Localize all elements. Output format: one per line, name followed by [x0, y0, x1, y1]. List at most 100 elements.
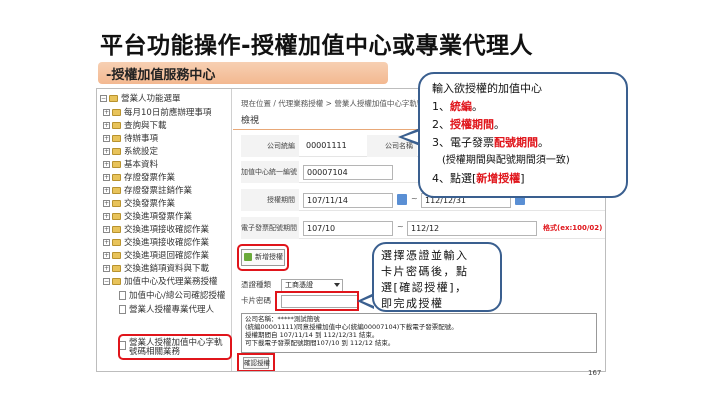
- document-icon: [119, 290, 126, 300]
- cert-row: 憑證種類 工商憑證: [241, 279, 343, 293]
- tree-item-label: 待辦事項: [124, 134, 159, 144]
- folder-icon: [112, 186, 121, 194]
- tab-view[interactable]: 檢視: [241, 113, 259, 126]
- format-hint: 格式(ex:100/02): [543, 224, 603, 232]
- folder-icon: [112, 225, 121, 233]
- chevron-down-icon: [334, 283, 340, 287]
- tree-root[interactable]: − 營業人功能選單: [100, 92, 181, 104]
- card-password-label: 卡片密碼: [241, 296, 271, 305]
- invoice-from-input[interactable]: 107/10: [303, 221, 393, 236]
- highlight-box: [237, 353, 275, 371]
- invoice-to-input[interactable]: 112/12: [407, 221, 537, 236]
- summary-line: 授權期間自 107/11/14 到 112/12/31 結束。: [245, 331, 379, 339]
- tree-item-monthly[interactable]: + 每月10日前應辦理事項: [103, 106, 211, 118]
- expand-icon[interactable]: +: [103, 173, 110, 181]
- summary-line: 可下載電子發票配號期間107/10 到 112/12 結束。: [245, 339, 395, 347]
- expand-icon[interactable]: +: [103, 199, 110, 207]
- tree-item-label: 交換進銷項資料與下載: [124, 264, 210, 274]
- collapse-icon[interactable]: −: [103, 277, 110, 285]
- folder-icon: [112, 121, 121, 129]
- invoice-period-label: 電子發票配號期間: [241, 217, 299, 239]
- tree-item-label: 交換進項發票作業: [124, 212, 193, 222]
- tree-child-label: 加值中心/總公司確認授權: [129, 291, 226, 301]
- tree-item-todo[interactable]: + 待辦事項: [103, 132, 158, 144]
- tree-item-basic[interactable]: + 基本資料: [103, 158, 158, 170]
- tree-item-label: 基本資料: [124, 160, 159, 170]
- expand-icon[interactable]: +: [103, 212, 110, 220]
- tree-item-label: 每月10日前應辦理事項: [124, 108, 212, 118]
- callout-step-1: 1、統編。: [432, 100, 483, 113]
- calendar-icon[interactable]: [397, 194, 407, 205]
- slide-title: 平台功能操作-授權加值中心或專業代理人: [100, 33, 534, 59]
- folder-icon: [112, 251, 121, 259]
- highlight-box: [237, 244, 289, 271]
- tree-item-label: 存證發票註銷作業: [124, 186, 193, 196]
- tree-item-label: 交換發票作業: [124, 199, 176, 209]
- cert-selected-value: 工商憑證: [285, 281, 313, 289]
- invoice-period-row: 電子發票配號期間 107/10 ~ 112/12 格式(ex:100/02): [241, 217, 605, 239]
- callout-step-3: 3、電子發票配號期間。: [432, 136, 549, 149]
- tree-item-label: 交換進項退回確認作業: [124, 251, 210, 261]
- expand-icon[interactable]: +: [103, 225, 110, 233]
- callout-title: 輸入欲授權的加值中心: [432, 82, 542, 95]
- instruction-callout: 輸入欲授權的加值中心 1、統編。 2、授權期間。 3、電子發票配號期間。 (授權…: [418, 72, 628, 198]
- tree-item-deposit[interactable]: + 存證發票作業: [103, 171, 175, 183]
- callout-step-2: 2、授權期間。: [432, 118, 505, 131]
- callout-step-4: 4、點選[新增授權]: [432, 172, 525, 185]
- expand-icon[interactable]: +: [103, 238, 110, 246]
- vac-id-label: 加值中心統一編號: [241, 161, 299, 183]
- tree-child-vac-confirm[interactable]: 加值中心/總公司確認授權: [119, 289, 225, 301]
- collapse-icon[interactable]: −: [100, 94, 107, 102]
- expand-icon[interactable]: +: [103, 121, 110, 129]
- document-icon: [119, 304, 126, 314]
- summary-line: (統編00001111)同意授權加值中心(統編00007104)下載電子發票配號…: [245, 323, 458, 331]
- highlight-box: [118, 334, 232, 360]
- callout-note: (授權期間與配號期間須一致): [442, 155, 570, 166]
- folder-icon: [112, 238, 121, 246]
- tree-item-label: 存證發票作業: [124, 173, 176, 183]
- confirm-callout: 選擇憑證並輸入 卡片密碼後，點 選[確認授權]， 即完成授權: [372, 242, 502, 312]
- callout-line: 選擇憑證並輸入: [381, 249, 469, 262]
- tree-item-label: 交換進項接收確認作業: [124, 238, 210, 248]
- folder-icon: [112, 108, 121, 116]
- authorization-summary: 公司名稱：*****測試簡號 (統編00001111)同意授權加值中心(統編00…: [241, 313, 597, 353]
- tree-item-exchange-return[interactable]: + 交換進項退回確認作業: [103, 249, 209, 261]
- period-label: 授權期間: [241, 189, 299, 211]
- expand-icon[interactable]: +: [103, 251, 110, 259]
- tree-item-exchange-confirm-2[interactable]: + 交換進項接收確認作業: [103, 236, 209, 248]
- tree-item-exchange-confirm[interactable]: + 交換進項接收確認作業: [103, 223, 209, 235]
- folder-icon: [112, 173, 121, 181]
- tree-item-query[interactable]: + 查詢與下載: [103, 119, 167, 131]
- company-id-value: 00001111: [303, 139, 363, 154]
- tree-item-settings[interactable]: + 系統設定: [103, 145, 158, 157]
- expand-icon[interactable]: +: [103, 134, 110, 142]
- tree-item-exchange[interactable]: + 交換發票作業: [103, 197, 175, 209]
- folder-icon: [112, 160, 121, 168]
- expand-icon[interactable]: +: [103, 147, 110, 155]
- tree-item-label: 交換進項接收確認作業: [124, 225, 210, 235]
- section-banner: -授權加值服務中心: [98, 62, 388, 84]
- tree-item-label: 加值中心及代理業務授權: [124, 277, 218, 287]
- tree-item-exchange-download[interactable]: + 交換進銷項資料與下載: [103, 262, 209, 274]
- callout-line: 卡片密碼後，點: [381, 265, 469, 278]
- folder-icon: [112, 277, 121, 285]
- tree-item-deposit-void[interactable]: + 存證發票註銷作業: [103, 184, 192, 196]
- expand-icon[interactable]: +: [103, 108, 110, 116]
- callout-line: 即完成授權: [381, 297, 444, 310]
- folder-icon: [112, 134, 121, 142]
- expand-icon[interactable]: +: [103, 186, 110, 194]
- folder-icon: [112, 199, 121, 207]
- expand-icon[interactable]: +: [103, 160, 110, 168]
- folder-icon: [112, 212, 121, 220]
- range-separator: ~: [397, 222, 404, 231]
- expand-icon[interactable]: +: [103, 264, 110, 272]
- tree-item-authorization[interactable]: − 加值中心及代理業務授權: [103, 275, 218, 287]
- tree-child-agent[interactable]: 營業人授權專業代理人: [119, 303, 214, 315]
- vac-id-input[interactable]: 00007104: [303, 165, 393, 180]
- card-password-row: 卡片密碼: [241, 295, 359, 309]
- period-from-input[interactable]: 107/11/14: [303, 193, 393, 208]
- cert-label: 憑證種類: [241, 280, 271, 289]
- tree-item-exchange-in[interactable]: + 交換進項發票作業: [103, 210, 192, 222]
- tree-item-label: 查詢與下載: [124, 121, 167, 131]
- tree-child-label: 營業人授權專業代理人: [129, 305, 215, 315]
